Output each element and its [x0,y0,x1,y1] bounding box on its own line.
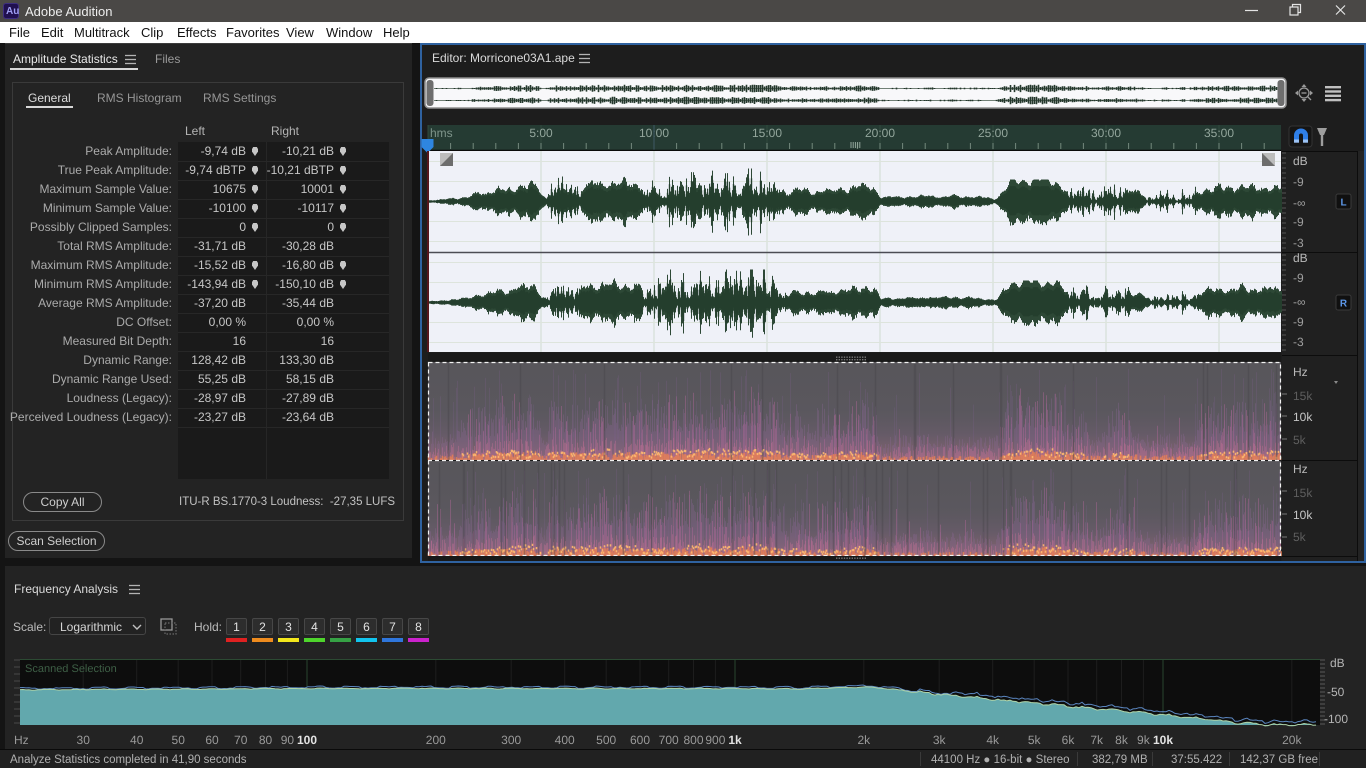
svg-text:800: 800 [683,733,703,747]
svg-text:90: 90 [281,733,295,747]
svg-text:3k: 3k [933,733,947,747]
svg-text:900: 900 [705,733,725,747]
svg-text:-50: -50 [1327,685,1345,699]
svg-text:80: 80 [259,733,273,747]
svg-text:500: 500 [596,733,616,747]
svg-text:50: 50 [172,733,186,747]
svg-text:1k: 1k [728,733,742,747]
svg-text:7k: 7k [1090,733,1104,747]
svg-text:Scanned Selection: Scanned Selection [25,663,117,675]
svg-text:40: 40 [130,733,144,747]
svg-text:8k: 8k [1115,733,1129,747]
svg-text:700: 700 [659,733,679,747]
svg-text:9k: 9k [1137,733,1151,747]
svg-text:100: 100 [297,733,317,747]
svg-text:Hz: Hz [14,733,29,747]
svg-text:300: 300 [501,733,521,747]
svg-text:20k: 20k [1282,733,1302,747]
svg-text:60: 60 [205,733,219,747]
svg-text:400: 400 [555,733,575,747]
svg-text:6k: 6k [1062,733,1076,747]
svg-text:600: 600 [630,733,650,747]
svg-text:-100: -100 [1324,712,1348,726]
svg-text:70: 70 [234,733,248,747]
svg-text:5k: 5k [1028,733,1042,747]
svg-text:2k: 2k [857,733,871,747]
svg-text:200: 200 [426,733,446,747]
svg-text:10k: 10k [1153,733,1173,747]
svg-text:4k: 4k [986,733,1000,747]
svg-text:dB: dB [1330,656,1345,670]
svg-text:30: 30 [77,733,91,747]
